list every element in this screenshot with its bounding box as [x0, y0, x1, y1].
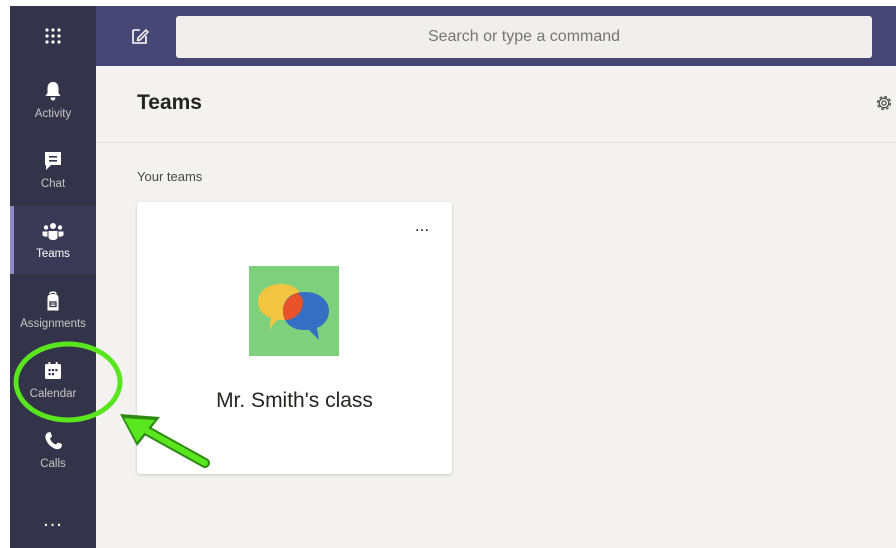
team-name: Mr. Smith's class — [216, 389, 373, 412]
search-input[interactable] — [176, 16, 872, 58]
rail-item-activity[interactable]: Activity — [10, 66, 96, 134]
team-logo — [249, 266, 339, 356]
rail-item-label: Teams — [36, 248, 70, 260]
section-label: Your teams — [137, 169, 203, 184]
team-card[interactable]: ... Mr. Smith's class — [137, 202, 452, 474]
header-divider — [96, 142, 896, 143]
rail-item-label: Calls — [40, 458, 66, 470]
more-options-button[interactable]: ... — [409, 217, 435, 240]
rail-item-chat[interactable]: Chat — [10, 136, 96, 204]
rail-item-label: Assignments — [20, 318, 86, 330]
chat-icon — [45, 152, 61, 170]
rail-item-assignments[interactable]: Assignments — [10, 276, 96, 344]
bell-icon — [45, 82, 61, 101]
top-bar — [10, 6, 896, 66]
teams-app-window: Activity Chat Teams — [10, 6, 896, 548]
gear-icon[interactable] — [873, 92, 895, 114]
chat-bubbles-icon — [258, 284, 329, 340]
rail-item-teams[interactable]: Teams — [10, 206, 96, 274]
left-rail: Activity Chat Teams Assignments Calendar… — [10, 66, 96, 548]
app-launcher-button[interactable] — [10, 6, 96, 66]
rail-item-calendar[interactable]: Calendar — [10, 346, 96, 414]
teams-icon — [42, 223, 64, 240]
rail-item-label: Activity — [34, 108, 72, 120]
app-grid-icon — [45, 28, 61, 44]
rail-item-calls[interactable]: Calls — [10, 416, 96, 484]
rail-item-label: Calendar — [29, 388, 77, 400]
rail-item-label: Chat — [40, 178, 66, 190]
phone-icon — [45, 432, 62, 450]
calendar-icon — [45, 362, 61, 379]
main-content: Teams Your teams ... Mr. Smith's class — [96, 66, 896, 548]
backpack-icon — [47, 291, 59, 311]
page-title: Teams — [137, 91, 202, 114]
compose-icon[interactable] — [128, 24, 152, 48]
more-apps-button[interactable]: ... — [10, 498, 96, 542]
